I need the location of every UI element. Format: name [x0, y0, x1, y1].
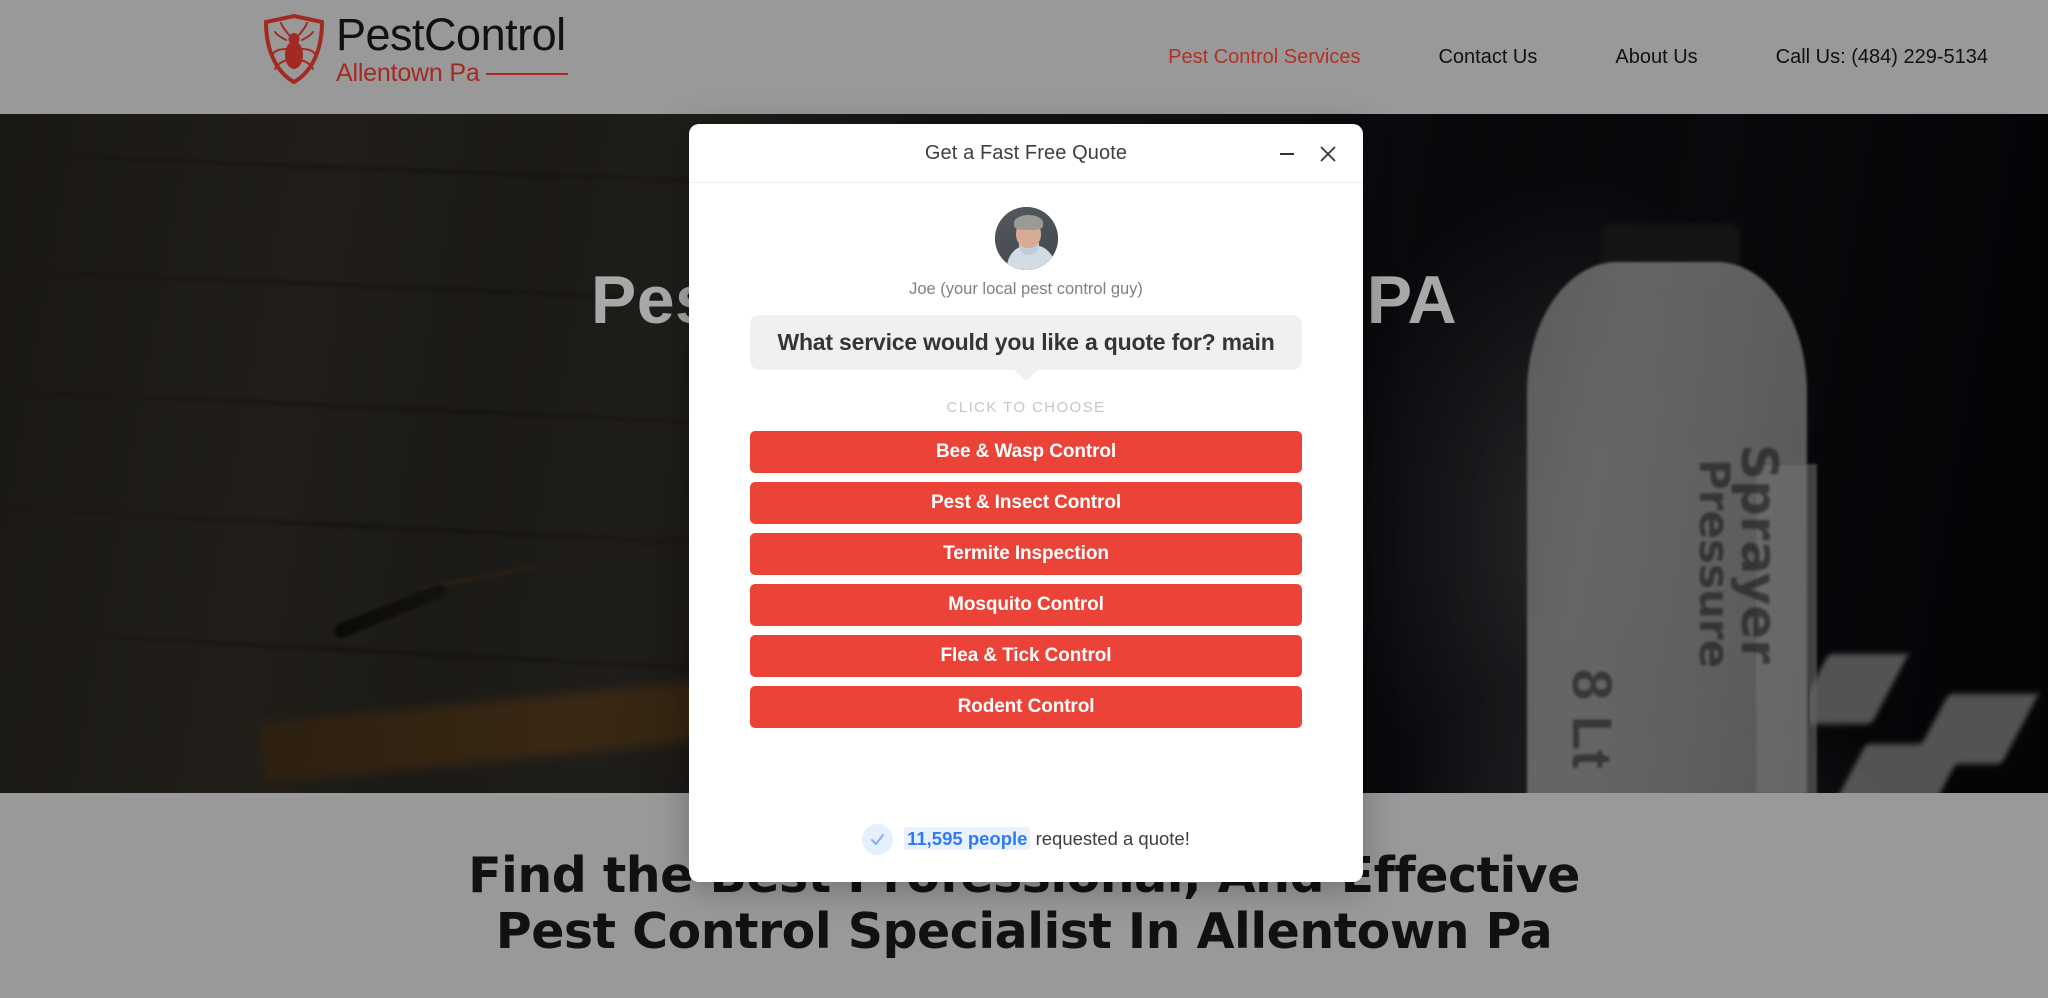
agent-avatar	[994, 207, 1058, 270]
modal-body: Joe (your local pest control guy) What s…	[689, 183, 1363, 796]
site-logo[interactable]: PestControl Allentown Pa	[262, 12, 568, 86]
main-navigation: Pest Control Services Contact Us About U…	[1129, 0, 1988, 114]
question-text: What service would you like a quote for?…	[777, 329, 1275, 355]
minimize-icon[interactable]	[1274, 141, 1300, 167]
question-bubble: What service would you like a quote for?…	[750, 315, 1302, 370]
shield-bug-icon	[263, 13, 325, 85]
nav-item-contact-us[interactable]: Contact Us	[1399, 46, 1576, 69]
option-rodent-control[interactable]: Rodent Control	[750, 686, 1302, 728]
question-bubble-wrap: What service would you like a quote for?…	[750, 315, 1302, 381]
logo-rule	[485, 72, 568, 75]
modal-header: Get a Fast Free Quote	[689, 124, 1363, 183]
option-termite-inspection[interactable]: Termite Inspection	[750, 533, 1302, 575]
option-flea-tick-control[interactable]: Flea & Tick Control	[750, 635, 1302, 677]
site-header: PestControl Allentown Pa Pest Control Se…	[0, 0, 2048, 114]
option-mosquito-control[interactable]: Mosquito Control	[750, 584, 1302, 626]
page-root: PestControl Allentown Pa Pest Control Se…	[0, 0, 2048, 998]
quote-modal: Get a Fast Free Quote Joe (your local pe…	[689, 124, 1363, 882]
logo-sub-text: Allentown Pa	[336, 59, 480, 87]
modal-window-actions	[1274, 124, 1341, 183]
social-proof-text: 11,595 people requested a quote!	[904, 827, 1190, 850]
nav-item-call-us[interactable]: Call Us: (484) 229-5134	[1737, 46, 1988, 69]
close-icon[interactable]	[1315, 141, 1341, 167]
nav-item-about-us[interactable]: About Us	[1576, 46, 1736, 69]
nav-item-pest-control-services[interactable]: Pest Control Services	[1129, 46, 1399, 69]
logo-sub-row: Allentown Pa	[336, 61, 568, 86]
logo-main-text: PestControl	[336, 9, 566, 60]
agent-name: Joe (your local pest control guy)	[909, 280, 1143, 298]
section-heading-line2: Pest Control Specialist In Allentown Pa	[495, 903, 1553, 961]
logo-text: PestControl Allentown Pa	[336, 12, 568, 86]
option-pest-insect-control[interactable]: Pest & Insect Control	[750, 482, 1302, 524]
bubble-tail	[1013, 369, 1039, 381]
option-bee-wasp-control[interactable]: Bee & Wasp Control	[750, 431, 1302, 473]
check-icon	[862, 823, 894, 855]
click-to-choose-hint: CLICK TO CHOOSE	[946, 399, 1106, 416]
modal-title: Get a Fast Free Quote	[924, 141, 1128, 164]
modal-footer: 11,595 people requested a quote!	[689, 796, 1363, 882]
request-count: 11,595 people	[904, 827, 1031, 850]
request-suffix: requested a quote!	[1030, 828, 1190, 849]
service-options-list: Bee & Wasp Control Pest & Insect Control…	[750, 431, 1302, 728]
